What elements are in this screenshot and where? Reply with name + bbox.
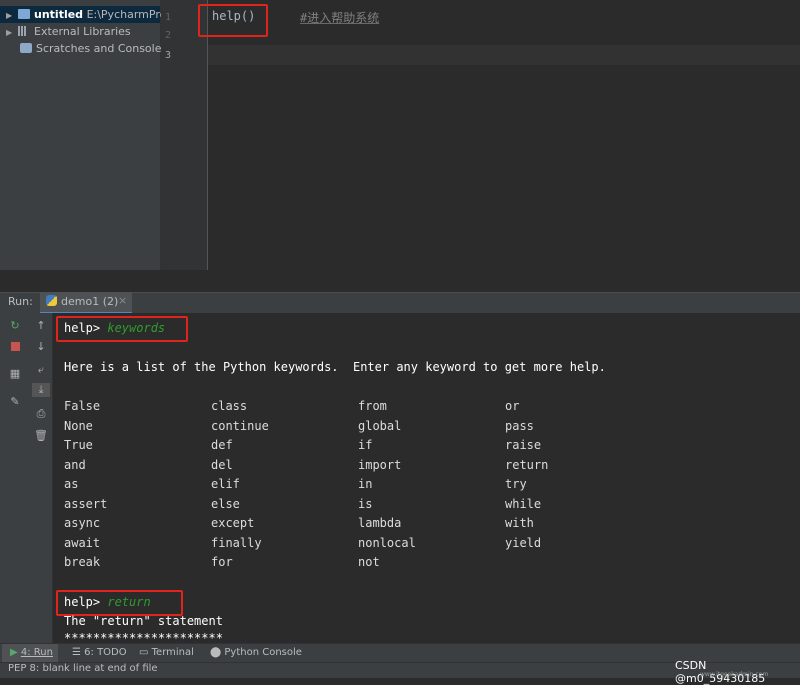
keyword-cell: try <box>505 477 527 491</box>
highlight-box-help <box>198 4 268 37</box>
keyword-cell: None <box>64 418 93 433</box>
tab-todo[interactable]: ☰ 6: TODO <box>72 645 127 661</box>
console-intro: Here is a list of the Python keywords. E… <box>64 360 606 374</box>
keyword-cell: with <box>505 516 534 530</box>
keyword-cell: raise <box>505 438 542 452</box>
print-icon[interactable]: ⎙ <box>34 407 48 421</box>
run-label: Run: <box>8 295 33 308</box>
scroll-to-end-icon[interactable]: ⤓ <box>32 383 50 397</box>
highlight-box-return <box>56 590 183 616</box>
tab-run[interactable]: ▶ 4: Run <box>10 645 53 661</box>
keyword-cell: pass <box>505 418 534 433</box>
keyword-cell: for <box>211 555 233 569</box>
run-tab-label: demo1 (2) <box>61 295 119 308</box>
line-number: 2 <box>165 30 172 41</box>
keyword-cell: def <box>211 438 233 452</box>
expand-arrow-icon[interactable]: ▶ <box>6 7 18 24</box>
keyword-cell: not <box>358 555 380 569</box>
keyword-cell: lambda <box>358 516 402 530</box>
keyword-cell: is <box>358 496 373 511</box>
python-console-icon: ⬤ <box>210 647 222 658</box>
keyword-cell: continue <box>211 418 269 433</box>
keyword-cell: global <box>358 418 402 433</box>
keyword-cell: elif <box>211 477 240 491</box>
keyword-cell: in <box>358 477 373 491</box>
keyword-cell: if <box>358 438 373 452</box>
rerun-icon[interactable]: ↻ <box>8 319 22 333</box>
soft-wrap-icon[interactable]: ⤶ <box>34 363 48 377</box>
library-icon <box>18 26 30 36</box>
keyword-cell: while <box>505 496 542 511</box>
keyword-cell: from <box>358 399 387 413</box>
keyword-cell: finally <box>211 535 262 550</box>
current-line-highlight <box>208 45 800 65</box>
line-number: 1 <box>165 12 172 23</box>
up-arrow-icon[interactable]: ↑ <box>34 319 48 333</box>
keyword-cell: class <box>211 399 248 413</box>
keyword-cell: import <box>358 457 402 472</box>
keyword-cell: False <box>64 399 101 413</box>
python-icon <box>46 295 57 306</box>
line-number: 3 <box>165 50 172 61</box>
keyword-cell: break <box>64 555 101 569</box>
stop-icon[interactable] <box>8 340 22 354</box>
keyword-cell: return <box>505 457 549 472</box>
scratches-icon <box>20 43 32 53</box>
keyword-cell: True <box>64 438 93 452</box>
keyword-cell: nonlocal <box>358 535 416 550</box>
keyword-cell: except <box>211 516 255 530</box>
run-toolbar-left: ↻ ▦ ✎ <box>0 313 31 643</box>
tree-row-scratches[interactable]: Scratches and Consoles <box>12 40 167 57</box>
console-stars: ********************** <box>64 631 223 643</box>
expand-arrow-icon[interactable]: ▶ <box>6 24 18 41</box>
folder-icon <box>18 9 30 19</box>
tab-python-console[interactable]: ⬤ Python Console <box>210 645 302 661</box>
tree-label: External Libraries <box>34 25 131 38</box>
project-name: untitled <box>34 8 84 21</box>
list-icon: ☰ <box>72 647 81 658</box>
trash-icon[interactable]: 🗑 <box>34 429 48 443</box>
project-sidebar: ▶ untitled E:\PycharmProje ▶ External Libr… <box>0 0 176 290</box>
keyword-cell: yield <box>505 535 542 550</box>
tree-label: Scratches and Consoles <box>36 42 168 55</box>
keyword-cell: or <box>505 399 520 413</box>
keyword-cell: else <box>211 496 240 511</box>
code-comment: #进入帮助系统 <box>300 11 380 25</box>
close-icon[interactable]: × <box>118 294 127 307</box>
run-icon: ▶ <box>10 647 18 658</box>
run-tab-demo1[interactable]: demo1 (2) × <box>40 292 132 314</box>
layout-icon[interactable]: ▦ <box>8 367 22 381</box>
tree-row-external-libraries[interactable]: ▶ External Libraries <box>0 23 131 40</box>
tab-terminal[interactable]: ▭ Terminal <box>139 645 194 661</box>
code-editor[interactable] <box>208 0 800 270</box>
run-toolbar-right: ↑ ↓ ⤶ ⤓ ⎙ 🗑 <box>30 313 53 643</box>
keyword-cell: assert <box>64 496 108 511</box>
down-arrow-icon[interactable]: ↓ <box>34 340 48 354</box>
console-statement: The "return" statement <box>64 614 223 628</box>
keyword-cell: as <box>64 477 79 491</box>
tree-row-untitled[interactable]: ▶ untitled E:\PycharmProje <box>0 6 176 24</box>
pane-splitter[interactable] <box>0 270 800 292</box>
keyword-cell: and <box>64 457 86 472</box>
terminal-icon: ▭ <box>139 647 149 658</box>
keyword-cell: await <box>64 535 101 550</box>
keyword-cell: async <box>64 516 101 530</box>
status-message: PEP 8: blank line at end of file <box>8 663 158 674</box>
highlight-box-keywords <box>56 316 188 342</box>
pin-icon[interactable]: ✎ <box>8 395 22 409</box>
keyword-cell: del <box>211 457 233 472</box>
